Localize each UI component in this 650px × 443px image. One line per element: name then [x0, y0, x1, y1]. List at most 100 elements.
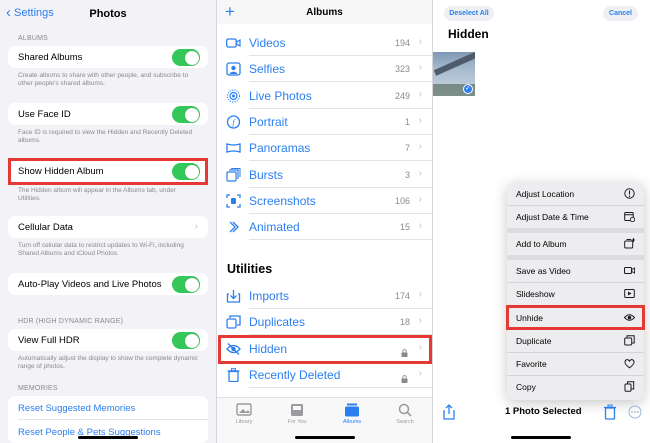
selection-count: 1 Photo Selected	[505, 406, 582, 417]
album-label: Screenshots	[249, 193, 316, 208]
album-count: 174	[394, 291, 410, 301]
reset-people-link[interactable]: Reset People & Pets Suggestions	[8, 421, 208, 443]
shared-albums-note: Create albums to share with other people…	[18, 72, 189, 87]
album-row-selfies[interactable]: Selfies 323 ›	[217, 56, 432, 83]
menu-item-label: Save as Video	[516, 265, 571, 276]
tab-label: Library	[235, 419, 253, 425]
album-row-videos[interactable]: Videos 194 ›	[217, 30, 432, 56]
album-label: Imports	[249, 289, 290, 303]
menu-item-save-as-video[interactable]: Save as Video	[507, 259, 644, 282]
video-icon	[624, 265, 635, 276]
album-row-animated[interactable]: Animated 15 ›	[217, 214, 432, 241]
trash-icon[interactable]	[603, 404, 617, 420]
album-count: 249	[394, 90, 410, 101]
albums-panel: + Albums Videos 194 › Selfies 323 › Live Photo…	[217, 0, 433, 443]
menu-item-label: Adjust Date & Time	[516, 211, 589, 222]
divider	[249, 239, 432, 241]
tab-albums[interactable]: Albums	[327, 403, 377, 425]
album-label: Panoramas	[249, 141, 311, 156]
calendar-icon	[624, 211, 636, 223]
home-indicator	[511, 436, 571, 439]
search-icon	[398, 403, 412, 417]
selfie-icon	[226, 62, 241, 76]
menu-item-add-to-album[interactable]: Add to Album	[507, 232, 644, 255]
album-label: Selfies	[249, 62, 286, 77]
album-row-portrait[interactable]: f Portrait 1 ›	[217, 109, 432, 135]
context-menu: Adjust Location Adjust Date & Time Add to …	[507, 182, 644, 400]
album-count: 1	[404, 116, 410, 127]
menu-item-adjust-date-time[interactable]: Adjust Date & Time	[507, 205, 644, 228]
unhide-highlight	[506, 305, 645, 330]
menu-item-copy[interactable]: Copy	[507, 375, 644, 398]
tab-search[interactable]: Search	[380, 403, 430, 425]
location-info-icon	[624, 188, 635, 199]
menu-item-label: Favorite	[516, 358, 547, 369]
play-icon	[624, 288, 635, 299]
autoplay-cell: Auto-Play Videos and Live Photos	[8, 273, 208, 295]
deselect-all-button[interactable]: Deselect All	[444, 6, 494, 21]
chevron-right-icon: ›	[418, 315, 422, 327]
show-hidden-highlight	[8, 158, 208, 185]
menu-item-favorite[interactable]: Favorite	[507, 352, 644, 375]
face-id-toggle[interactable]	[172, 106, 200, 123]
lock-icon	[401, 370, 408, 383]
panorama-icon	[226, 141, 241, 155]
face-id-cell: Use Face ID	[8, 103, 208, 125]
tab-for-you[interactable]: For You	[272, 403, 322, 425]
menu-item-label: Duplicate	[516, 335, 552, 346]
album-row-live-photos[interactable]: Live Photos 249 ›	[217, 83, 432, 109]
cellular-data-cell[interactable]: Cellular Data ›	[8, 216, 208, 238]
shared-albums-cell: Shared Albums	[8, 46, 208, 68]
menu-item-label: Adjust Location	[516, 188, 575, 199]
album-row-bursts[interactable]: Bursts 3 ›	[217, 162, 432, 188]
album-row-recently-deleted[interactable]: Recently Deleted ›	[217, 362, 432, 388]
photo-thumbnail[interactable]: ✓	[433, 52, 475, 96]
album-label: Animated	[249, 220, 300, 235]
menu-item-label: Copy	[516, 381, 536, 392]
chevron-right-icon: ›	[418, 167, 422, 179]
albums-icon	[345, 403, 359, 417]
burst-icon	[226, 167, 241, 182]
show-hidden-note: The Hidden album will appear in the Albu…	[18, 187, 176, 202]
hidden-album-panel: Deselect All Cancel Hidden ✓ Adjust Loca…	[433, 0, 650, 443]
divider	[18, 419, 208, 420]
shared-albums-toggle[interactable]	[172, 49, 200, 66]
album-row-duplicates[interactable]: Duplicates 18 ›	[217, 309, 432, 336]
duplicate-icon	[226, 315, 241, 329]
menu-item-duplicate[interactable]: Duplicate	[507, 329, 644, 352]
menu-item-slideshow[interactable]: Slideshow	[507, 282, 644, 305]
tab-library[interactable]: Library	[219, 403, 269, 425]
tab-label: Search	[396, 419, 414, 425]
hdr-section-header: HDR (HIGH DYNAMIC RANGE)	[18, 318, 124, 325]
menu-item-label: Add to Album	[516, 238, 567, 249]
page-title: Albums	[306, 7, 343, 18]
airplane-wing	[433, 52, 475, 76]
full-hdr-toggle[interactable]	[172, 332, 200, 349]
face-id-note: Face ID is required to view the Hidden a…	[18, 129, 193, 144]
duplicate-icon	[624, 335, 635, 346]
share-icon[interactable]	[441, 404, 457, 420]
library-icon	[236, 403, 252, 416]
autoplay-toggle[interactable]	[172, 276, 200, 293]
reset-memories-link[interactable]: Reset Suggested Memories	[8, 397, 208, 419]
full-hdr-cell: View Full HDR	[8, 329, 208, 351]
import-icon	[226, 289, 241, 303]
album-row-imports[interactable]: Imports 174 ›	[217, 283, 432, 309]
more-icon[interactable]	[628, 405, 642, 419]
chevron-right-icon: ›	[418, 220, 422, 232]
chevron-right-icon: ›	[418, 193, 422, 205]
album-row-screenshots[interactable]: Screenshots 106 ›	[217, 188, 432, 214]
page-title: Photos	[89, 8, 127, 20]
albums-section-header: ALBUMS	[18, 35, 48, 42]
live-photo-icon	[226, 89, 241, 103]
cancel-button[interactable]: Cancel	[603, 6, 638, 21]
photos-settings-panel: ‹ Settings Photos ALBUMS Shared Albums C…	[0, 0, 217, 443]
portrait-icon: f	[226, 115, 241, 129]
chevron-right-icon: ›	[418, 88, 422, 100]
copy-icon	[624, 381, 635, 392]
menu-item-adjust-location[interactable]: Adjust Location	[507, 182, 644, 205]
album-row-panoramas[interactable]: Panoramas 7 ›	[217, 135, 432, 162]
album-label: Portrait	[249, 114, 288, 129]
tab-label: Albums	[342, 419, 362, 425]
menu-item-label: Slideshow	[516, 288, 555, 299]
